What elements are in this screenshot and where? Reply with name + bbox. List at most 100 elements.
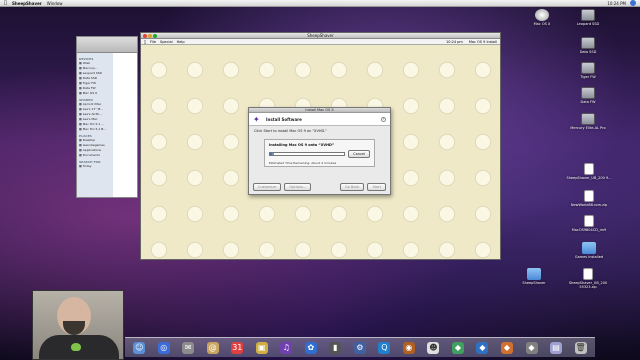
- options-button[interactable]: Options...: [284, 183, 312, 191]
- app-icon[interactable]: ◆: [525, 342, 538, 354]
- desktop-icon-label: MacOS9804CD_im9: [571, 228, 607, 232]
- spotlight-icon[interactable]: [630, 0, 636, 6]
- quicktime-icon[interactable]: Q: [378, 342, 391, 354]
- desktop-icon-data-ssd[interactable]: Data SSD: [568, 37, 608, 54]
- dialog-heading: Install Software: [266, 116, 302, 122]
- app-icon[interactable]: ◆: [500, 342, 513, 354]
- calendar-icon[interactable]: 31: [231, 342, 244, 354]
- terminal-icon[interactable]: ▮: [329, 342, 342, 354]
- desktop-icon-mercury[interactable]: Mercury Elite-AL Pro: [562, 113, 614, 130]
- sidebar-item[interactable]: Documents: [79, 153, 111, 158]
- shirt-logo: [71, 343, 81, 351]
- finder-sidebar: DEVICES iDisk Mercury... Leopard SSD Dat…: [77, 53, 113, 197]
- apple-menu-icon[interactable]: : [144, 40, 146, 44]
- document-icon: [584, 215, 594, 227]
- desktop-icon-macosx[interactable]: Mac OS X: [522, 9, 562, 26]
- sidebar-item[interactable]: Mac Pro 5,1 B...: [79, 127, 111, 132]
- desktop-icon-games[interactable]: Games Installed: [566, 242, 612, 259]
- file-menu[interactable]: File: [150, 40, 156, 44]
- desktop-icon-label: Mac OS X: [533, 22, 551, 26]
- sidebar-item[interactable]: Today: [79, 164, 111, 169]
- desktop-icon-sheepshaver-folder[interactable]: SheepShaver: [514, 268, 554, 285]
- help-icon[interactable]: ?: [381, 116, 386, 122]
- downloads-stack-icon[interactable]: ▤: [550, 342, 563, 354]
- document-icon: [584, 163, 594, 175]
- desktop-icon-label: Games Installed: [574, 255, 604, 259]
- hard-drive-icon: [581, 113, 595, 125]
- start-button[interactable]: Start: [367, 183, 386, 191]
- safari-icon[interactable]: ◎: [157, 342, 170, 354]
- iphoto-icon[interactable]: ✿: [304, 342, 317, 354]
- desktop-icon-mac9804[interactable]: MacOS9804CD_im9: [566, 215, 612, 232]
- hard-drive-icon: [581, 37, 595, 49]
- document-icon: [584, 190, 594, 202]
- cancel-button[interactable]: Cancel: [348, 150, 370, 158]
- mail-icon[interactable]: ✉: [182, 342, 195, 354]
- desktop-icon-label: Data SSD: [579, 50, 597, 54]
- desktop-icon-label: SheepShaver_UB_200 9...: [566, 176, 612, 180]
- os-clock[interactable]: 10:24 pm: [446, 40, 463, 44]
- finder-icon[interactable]: ☺: [133, 342, 146, 354]
- desktop-icon-label: Mercury Elite-AL Pro: [570, 126, 606, 130]
- desktop-icon-leopard-ssd[interactable]: Leopard SSD: [568, 9, 608, 26]
- go-back-button[interactable]: Go Back: [339, 183, 365, 191]
- finder-toolbar: [77, 37, 137, 53]
- desktop-icon-label: SheepShaver: [522, 281, 546, 285]
- desktop-icon-label: NewWorld86.rom.zip: [570, 203, 608, 207]
- progress-fill: [270, 153, 274, 155]
- disc-icon: [535, 9, 549, 21]
- zoom-button[interactable]: [153, 34, 157, 38]
- app-menu[interactable]: SheepShaver: [12, 1, 42, 6]
- apple-icon[interactable]: : [4, 0, 7, 6]
- progress-bar: [269, 152, 346, 156]
- finder-window: DEVICES iDisk Mercury... Leopard SSD Dat…: [76, 36, 138, 198]
- zip-archive-icon: [583, 268, 593, 280]
- dialog-header: ✦ Install Software ?: [249, 113, 390, 126]
- special-menu[interactable]: Special: [160, 40, 173, 44]
- installer-runner-icon: ✦: [253, 114, 260, 124]
- window-menu[interactable]: Window: [47, 1, 63, 6]
- minimize-button[interactable]: [148, 34, 152, 38]
- system-preferences-icon[interactable]: ⚙: [353, 342, 366, 354]
- desktop-icon-label: Data FW: [580, 100, 596, 104]
- folder-icon: [527, 268, 541, 280]
- installing-label: Installing Mac OS 9 onto “XVHD”: [269, 143, 335, 147]
- trash-icon[interactable]: 🗑: [574, 342, 587, 354]
- dialog-footer: Customize Options... Go Back Start: [253, 183, 386, 191]
- install-dialog: Install Mac OS 9 ✦ Install Software ? Cl…: [248, 107, 391, 195]
- dock: ☺ ◎ ✉ @ 31 ▣ ♫ ✿ ▮ ⚙ Q ◉ ☻ ◆ ◆ ◆ ◆ ▤ 🗑: [125, 337, 595, 357]
- app-icon[interactable]: ◆: [451, 342, 464, 354]
- help-menu[interactable]: Help: [177, 40, 185, 44]
- itunes-icon[interactable]: ♫: [280, 342, 293, 354]
- customize-button[interactable]: Customize: [253, 183, 282, 191]
- app-icon[interactable]: ◆: [476, 342, 489, 354]
- desktop-icon-sheepshaver-file[interactable]: SheepShaver_UB_200 9...: [564, 163, 614, 180]
- time-remaining: Estimated Time Remaining: About 4 minute…: [269, 161, 337, 165]
- hard-drive-icon: [581, 87, 595, 99]
- webcam-overlay: [32, 290, 124, 360]
- hard-drive-icon: [581, 62, 595, 74]
- window-controls: [143, 34, 157, 38]
- progress-panel: Installing Mac OS 9 onto “XVHD” Cancel E…: [264, 139, 375, 167]
- menu-bar:  SheepShaver Window 10:24 PM: [0, 0, 640, 7]
- clock[interactable]: 10:24 PM: [607, 1, 626, 6]
- window-title: SheepShaver: [307, 33, 334, 38]
- preview-icon[interactable]: ▣: [255, 342, 268, 354]
- firefox-icon[interactable]: ◉: [402, 342, 415, 354]
- desktop-icon-label: Leopard SSD: [576, 22, 600, 26]
- hard-drive-icon: [581, 9, 595, 21]
- sidebar-item[interactable]: Mac OS 9: [79, 91, 111, 96]
- close-button[interactable]: [143, 34, 147, 38]
- desktop-icon-data-fw[interactable]: Data FW: [568, 87, 608, 104]
- desktop-icon-tiger-fw[interactable]: Tiger FW: [568, 62, 608, 79]
- classic-menubar:  File Special Help 10:24 pm Mac OS 9 In…: [141, 39, 500, 45]
- desktop-icon-label: SheepShaver_UB_200 55323.zip: [568, 281, 608, 289]
- desktop-icon-newworld[interactable]: NewWorld86.rom.zip: [566, 190, 612, 207]
- os-disk-label[interactable]: Mac OS 9 Install: [469, 40, 497, 44]
- desktop-icon-label: Tiger FW: [580, 75, 596, 79]
- address-book-icon[interactable]: @: [206, 342, 219, 354]
- sheepshaver-icon[interactable]: ☻: [427, 342, 440, 354]
- desktop-icon-sheepshaver-zip[interactable]: SheepShaver_UB_200 55323.zip: [562, 268, 614, 289]
- dialog-instruction: Click Start to install Mac OS 9 on “XVHD…: [254, 129, 328, 133]
- folder-icon: [582, 242, 596, 254]
